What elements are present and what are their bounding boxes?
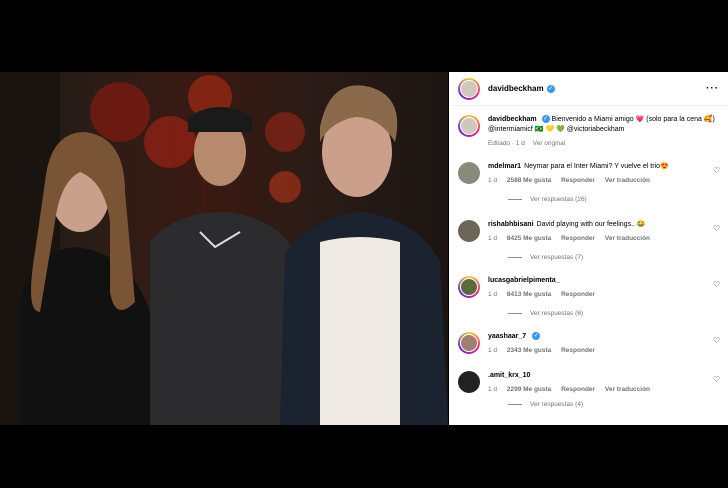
view-replies-button[interactable]: Ver respuestas (4) bbox=[508, 401, 720, 408]
reply-button[interactable]: Responder bbox=[561, 347, 595, 354]
comment-likes[interactable]: 2588 Me gusta bbox=[507, 177, 551, 184]
comment-item: yaashaar_7 ✓ 1 d 2343 Me gusta Responder … bbox=[458, 332, 720, 356]
comment-item: rishabhbisani David playing with our feel… bbox=[458, 220, 720, 261]
comment-likes[interactable]: 2343 Me gusta bbox=[507, 347, 551, 354]
comment-time: 1 d bbox=[488, 177, 498, 184]
caption-avatar[interactable] bbox=[458, 115, 480, 137]
comment-text: David playing with our feelings.. 😂 bbox=[536, 221, 646, 228]
view-replies-button[interactable]: Ver respuestas (7) bbox=[508, 254, 720, 261]
heart-icon[interactable]: ♡ bbox=[713, 280, 720, 289]
comment-time: 1 d bbox=[488, 347, 498, 354]
verified-badge-icon: ✓ bbox=[546, 84, 555, 93]
commenter-username[interactable]: .amit_krx_10 bbox=[488, 372, 530, 379]
post-photo[interactable] bbox=[0, 72, 448, 425]
view-replies-button[interactable]: Ver respuestas (6) bbox=[508, 310, 720, 317]
replies-line bbox=[508, 199, 522, 200]
more-dots-icon[interactable]: ··· bbox=[706, 83, 719, 94]
reply-button[interactable]: Responder bbox=[561, 177, 595, 184]
caption-text-2: 🇧🇷 💛 💚 bbox=[534, 126, 567, 133]
replies-line bbox=[508, 257, 522, 258]
see-translation-link[interactable]: Ver traducción bbox=[605, 386, 650, 393]
see-translation-link[interactable]: Ver traducción bbox=[605, 177, 650, 184]
mention-victoriabeckham[interactable]: @victoriabeckham bbox=[567, 126, 625, 133]
commenter-avatar[interactable] bbox=[458, 332, 480, 354]
see-original-link[interactable]: Ver original bbox=[533, 140, 566, 147]
verified-badge-icon: ✓ bbox=[532, 332, 541, 341]
commenter-username[interactable]: mdelmar1 bbox=[488, 163, 521, 170]
edited-label: Editado · 1 d bbox=[488, 140, 525, 147]
reply-button[interactable]: Responder bbox=[561, 235, 595, 242]
replies-line bbox=[508, 313, 522, 314]
photo-illustration bbox=[0, 72, 448, 425]
comment-text: Neymar para el Inter Miami? Y vuelve el … bbox=[524, 163, 669, 170]
reply-button[interactable]: Responder bbox=[561, 291, 595, 298]
comment-likes[interactable]: 8425 Me gusta bbox=[507, 235, 551, 242]
commenter-avatar[interactable] bbox=[458, 162, 480, 184]
commenter-username[interactable]: lucasgabrielpimenta_ bbox=[488, 277, 560, 284]
comment-likes[interactable]: 8413 Me gusta bbox=[507, 291, 551, 298]
comment-time: 1 d bbox=[488, 235, 498, 242]
comment-time: 1 d bbox=[488, 291, 498, 298]
heart-icon[interactable]: ♡ bbox=[713, 336, 720, 345]
verified-badge-icon: ✓ bbox=[541, 115, 550, 124]
comment-item: .amit_krx_10 1 d 2299 Me gusta Responder… bbox=[458, 371, 720, 408]
caption-text-1: Bienvenido a Miami amigo 💗 (solo para la… bbox=[551, 116, 715, 123]
heart-icon[interactable]: ♡ bbox=[713, 375, 720, 384]
caption-username[interactable]: davidbeckham bbox=[488, 116, 537, 123]
comment-time: 1 d bbox=[488, 386, 498, 393]
post-panel: davidbeckham ✓ ··· davidbeckham ✓ Bienve… bbox=[449, 72, 728, 425]
heart-icon[interactable]: ♡ bbox=[713, 224, 720, 233]
comment-item: mdelmar1 Neymar para el Inter Miami? Y vu… bbox=[458, 162, 720, 203]
commenter-avatar[interactable] bbox=[458, 220, 480, 242]
commenter-avatar[interactable] bbox=[458, 371, 480, 393]
mention-intermiamicf[interactable]: @intermiamicf bbox=[488, 126, 533, 133]
heart-icon[interactable]: ♡ bbox=[713, 166, 720, 175]
post-header: davidbeckham ✓ ··· bbox=[449, 72, 728, 106]
commenter-avatar[interactable] bbox=[458, 276, 480, 298]
author-avatar[interactable] bbox=[458, 77, 480, 100]
author-username[interactable]: davidbeckham bbox=[488, 84, 544, 93]
view-replies-button[interactable]: Ver respuestas (26) bbox=[508, 196, 720, 203]
commenter-username[interactable]: rishabhbisani bbox=[488, 221, 534, 228]
see-translation-link[interactable]: Ver traducción bbox=[605, 235, 650, 242]
reply-button[interactable]: Responder bbox=[561, 386, 595, 393]
comment-likes[interactable]: 2299 Me gusta bbox=[507, 386, 551, 393]
comment-item: lucasgabrielpimenta_ 1 d 8413 Me gusta R… bbox=[458, 276, 720, 317]
commenter-username[interactable]: yaashaar_7 bbox=[488, 333, 526, 340]
post-caption: davidbeckham ✓ Bienvenido a Miami amigo … bbox=[449, 106, 728, 149]
replies-line bbox=[508, 404, 522, 405]
